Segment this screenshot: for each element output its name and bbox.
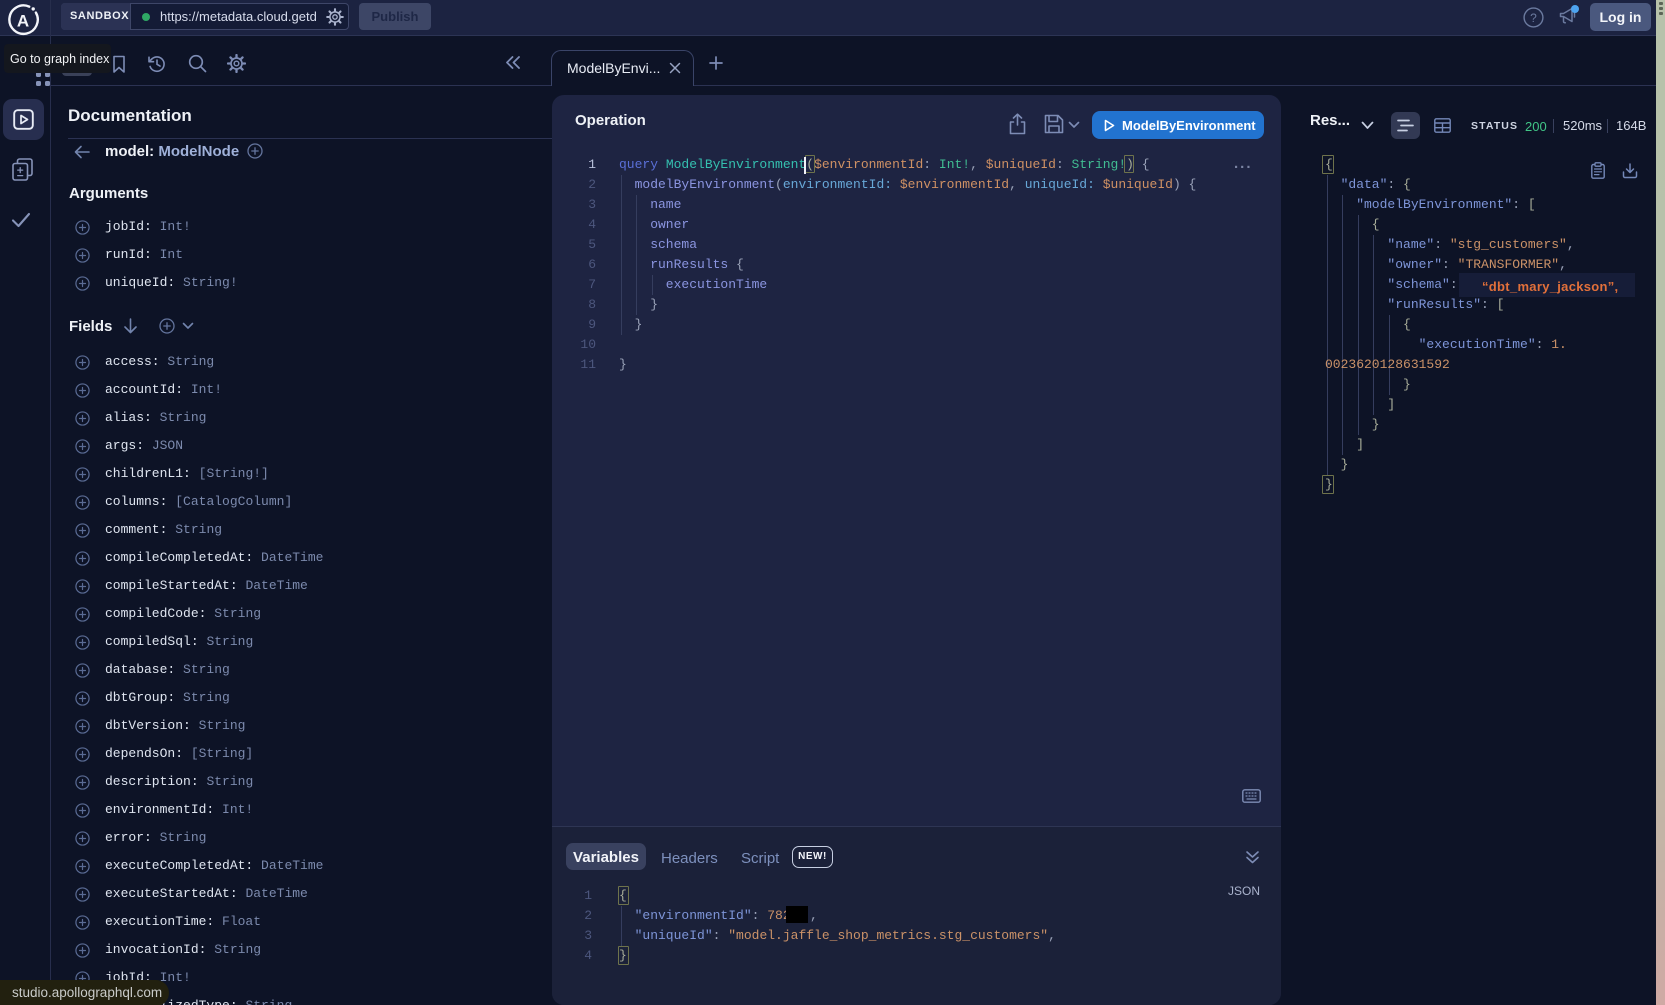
svg-text:?: ? bbox=[1530, 11, 1537, 25]
svg-text:A: A bbox=[17, 12, 29, 31]
